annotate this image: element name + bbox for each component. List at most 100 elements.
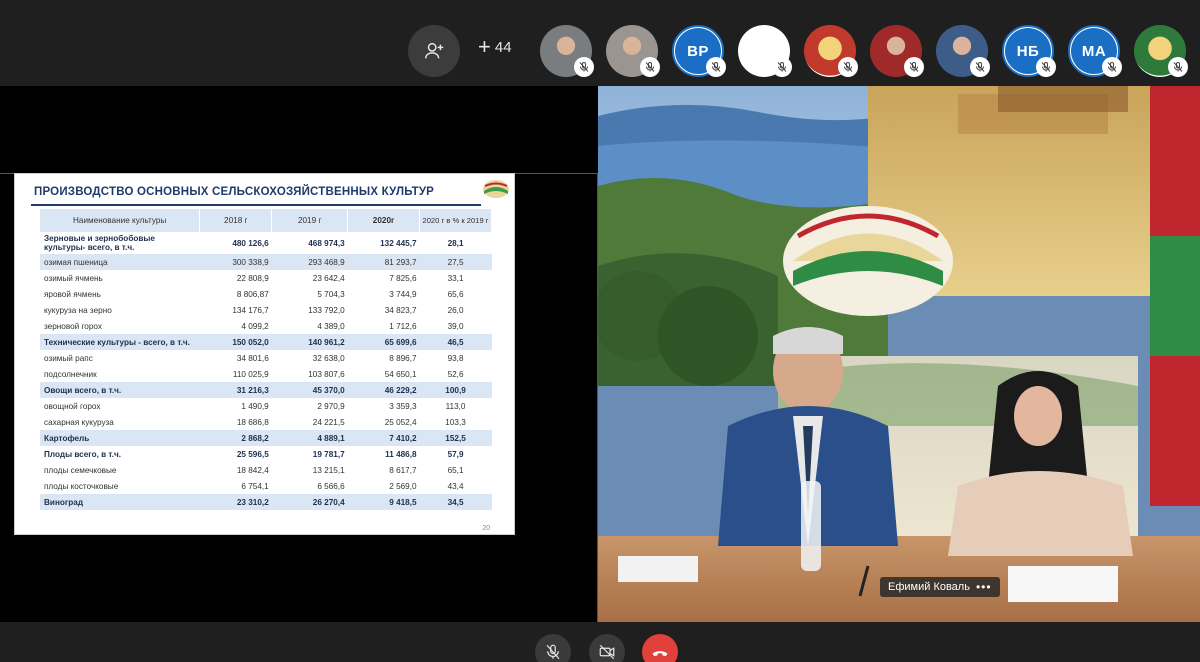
percent-cell: 26,0 [447,305,464,315]
value-2018-cell: 300 338,9 [199,254,272,270]
muted-mic-icon [1102,57,1122,77]
value-2018-cell: 150 052,0 [199,334,272,350]
value-2018-cell: 480 126,6 [232,238,269,248]
participant-avatar[interactable] [936,25,990,77]
table-row: озимый ячмень 22 808,9 23 642,4 7 825,6 33,1 [40,270,492,286]
value-2018-cell: 18 686,8 [236,417,269,427]
percent-cell: 52,6 [447,369,464,379]
participant-avatar[interactable] [606,25,660,77]
speaker-video[interactable] [598,86,1200,622]
percent-cell: 33,1 [447,273,464,283]
value-2018-cell: 134 176,7 [232,305,269,315]
crop-name-cell: яровой ячмень [44,289,101,299]
crop-name-cell: Картофель [40,430,200,446]
header-percent: 2020 г в % к 2019 г [419,209,492,232]
participant-avatar[interactable] [1134,25,1188,77]
muted-mic-icon [1168,57,1188,77]
value-2018-cell: 8 806,87 [236,289,269,299]
value-2020-cell: 46 229,2 [347,382,420,398]
plus-icon: + [478,34,491,59]
table-row: Овощи всего, в т.ч. 31 216,3 45 370,0 46 22… [40,382,492,398]
value-2020-cell: 132 445,7 [380,238,417,248]
crop-name-cell: подсолнечник [44,369,97,379]
percent-cell: 39,0 [447,321,464,331]
percent-cell: 46,5 [419,334,492,350]
participant-avatar[interactable]: НБ [1002,25,1056,77]
value-2018-cell: 110 025,9 [232,369,269,379]
active-frame-right [597,173,598,622]
percent-cell: 65,1 [447,465,464,475]
muted-mic-icon [706,57,726,77]
value-2020-cell: 1 712,6 [389,321,417,331]
table-header-row: Наименование культуры 2018 г 2019 г 2020… [40,209,492,232]
ministry-logo-icon [483,180,509,198]
percent-cell: 27,5 [419,254,492,270]
value-2019-cell: 13 215,1 [312,465,345,475]
participant-avatar[interactable] [738,25,792,77]
table-row: подсолнечник 110 025,9 103 807,6 54 650,1 52… [40,366,492,382]
table-row: зерновой горох 4 099,2 4 389,0 1 712,6 39,0 [40,318,492,334]
header-2020: 2020г [347,209,421,232]
header-2018: 2018 г [199,209,273,232]
more-options-icon[interactable]: ••• [976,580,992,594]
table-row: Виноград 23 310,2 26 270,4 9 418,5 34,5 [40,494,492,510]
value-2018-cell: 22 808,9 [236,273,269,283]
value-2018-cell: 23 310,2 [199,494,272,510]
camera-toggle-button[interactable] [589,634,625,662]
value-2020-cell: 65 699,6 [347,334,420,350]
value-2019-cell: 6 566,6 [317,481,345,491]
table-row: Картофель 2 868,2 4 889,1 7 410,2 152,5 [40,430,492,446]
more-participants-button[interactable]: + 44 [478,34,512,59]
camera-off-icon [599,644,615,660]
crop-name-cell: овощной горох [44,401,101,411]
avatar-initials: МА [1081,42,1107,60]
participant-avatar[interactable] [540,25,594,77]
participant-avatar[interactable]: МА [1068,25,1122,77]
value-2020-cell: 8 617,7 [389,465,417,475]
slide-page-number: 20 [482,525,490,532]
table-row: озимый рапс 34 801,6 32 638,0 8 896,7 93,8 [40,350,492,366]
microphone-toggle-button[interactable] [535,634,571,662]
value-2019-cell: 4 889,1 [271,430,348,446]
crop-name-cell: зерновой горох [44,321,102,331]
value-2019-cell: 103 807,6 [308,369,345,379]
value-2019-cell: 133 792,0 [308,305,345,315]
muted-mic-icon [772,57,792,77]
crop-name-cell: Зерновые и зернобобовые культуры- всего,… [44,234,155,252]
value-2018-cell: 1 490,9 [241,401,269,411]
percent-cell: 93,8 [447,353,464,363]
value-2019-cell: 24 221,5 [312,417,345,427]
crop-name-cell: Виноград [40,494,200,510]
table-row: Плоды всего, в т.ч. 25 596,5 19 781,7 11 48… [40,446,492,462]
participant-avatar[interactable] [870,25,924,77]
presentation-slide: ПРОИЗВОДСТВО ОСНОВНЫХ СЕЛЬСКОХОЗЯЙСТВЕНН… [14,173,515,535]
avatar-initials: НБ [1016,42,1040,60]
value-2020-cell: 81 293,7 [347,254,420,270]
percent-cell: 34,5 [419,494,492,510]
value-2018-cell: 4 099,2 [241,321,269,331]
muted-mic-icon [904,57,924,77]
percent-cell: 65,6 [447,289,464,299]
value-2020-cell: 11 486,8 [385,449,417,459]
speaker-name: Ефимий Коваль [888,581,970,593]
value-2020-cell: 3 359,3 [389,401,417,411]
value-2020-cell: 34 823,7 [384,305,417,315]
value-2018-cell: 2 868,2 [199,430,272,446]
value-2019-cell: 2 970,9 [317,401,345,411]
meeting-window: + 44 ВР НБ МА ПРОИЗВОДСТВО ОСНОВНЫХ СЕЛЬСК… [0,0,1200,662]
crop-name-cell: озимый ячмень [44,273,103,283]
mic-off-icon [546,644,560,660]
participant-avatar[interactable]: ВР [672,25,726,77]
value-2019-cell: 4 389,0 [317,321,345,331]
add-participant-button[interactable] [408,25,460,77]
speaker-name-tag[interactable]: Ефимий Коваль ••• [880,577,1000,597]
crop-name-cell: Технические культуры - всего, в т.ч. [40,334,200,350]
value-2020-cell: 7 410,2 [347,430,420,446]
participant-avatar[interactable] [804,25,858,77]
video-frame-image [598,86,1200,622]
end-call-button[interactable] [642,634,678,662]
value-2019-cell: 140 961,2 [271,334,348,350]
avatar-initials: ВР [687,42,709,60]
crop-name-cell: Плоды всего, в т.ч. [44,449,122,459]
value-2018-cell: 34 801,6 [236,353,269,363]
